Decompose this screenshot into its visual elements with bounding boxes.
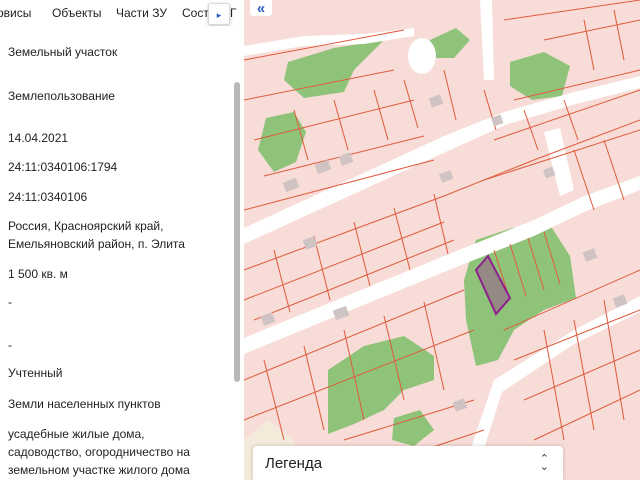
panel-scrollbar-thumb[interactable]: [234, 82, 240, 382]
usage-value: усадебные жилые дома, садоводство, огоро…: [8, 425, 230, 479]
clearing: [408, 38, 436, 74]
tab-overflow[interactable]: Г: [230, 6, 237, 20]
map-canvas[interactable]: [244, 0, 640, 480]
tab-services[interactable]: рвисы: [0, 6, 31, 20]
legend-dropdown[interactable]: Легенда ⌃ ⌄: [253, 446, 563, 480]
usage-line-1: усадебные жилые дома,: [8, 427, 145, 441]
info-panel: рвисы Объекты Части ЗУ Соста Г ▸ Земельн…: [0, 0, 244, 480]
panel-scrollbar[interactable]: [231, 26, 243, 480]
cadastral-number-value: 24:11:0340106:1794: [8, 160, 118, 174]
object-kind-value: Землепользование: [8, 89, 115, 103]
address-value: Россия, Красноярский край, Емельяновский…: [8, 217, 230, 253]
address-line-2: Емельяновский район, п. Элита: [8, 237, 185, 251]
tab-parcel-parts[interactable]: Части ЗУ: [116, 6, 167, 20]
chevron-updown-icon: ⌃ ⌄: [539, 454, 549, 473]
status-value: Учтенный: [8, 366, 63, 380]
tab-bar: рвисы Объекты Части ЗУ Соста Г ▸: [0, 0, 244, 26]
tab-scroll-right-button[interactable]: ▸: [208, 3, 230, 25]
usage-line-2: садоводство, огородничество на: [8, 445, 190, 459]
object-type-value: Земельный участок: [8, 45, 118, 59]
empty-value-2: -: [8, 338, 12, 352]
category-value: Земли населенных пунктов: [8, 397, 161, 411]
cadastral-map[interactable]: [244, 0, 640, 480]
quarter-number-value: 24:11:0340106: [8, 190, 88, 204]
collapse-panel-button[interactable]: «: [250, 0, 272, 17]
usage-line-3: земельном участке жилого дома: [8, 463, 190, 477]
chevron-down-icon: ⌄: [539, 461, 549, 473]
chevron-right-icon: ▸: [216, 10, 222, 20]
double-chevron-left-icon: «: [256, 0, 266, 17]
address-line-1: Россия, Красноярский край,: [8, 219, 164, 233]
area-value: 1 500 кв. м: [8, 267, 68, 281]
legend-label: Легенда: [265, 454, 323, 472]
date-value: 14.04.2021: [8, 131, 69, 145]
tab-objects[interactable]: Объекты: [52, 6, 102, 20]
empty-value-1: -: [8, 295, 12, 309]
